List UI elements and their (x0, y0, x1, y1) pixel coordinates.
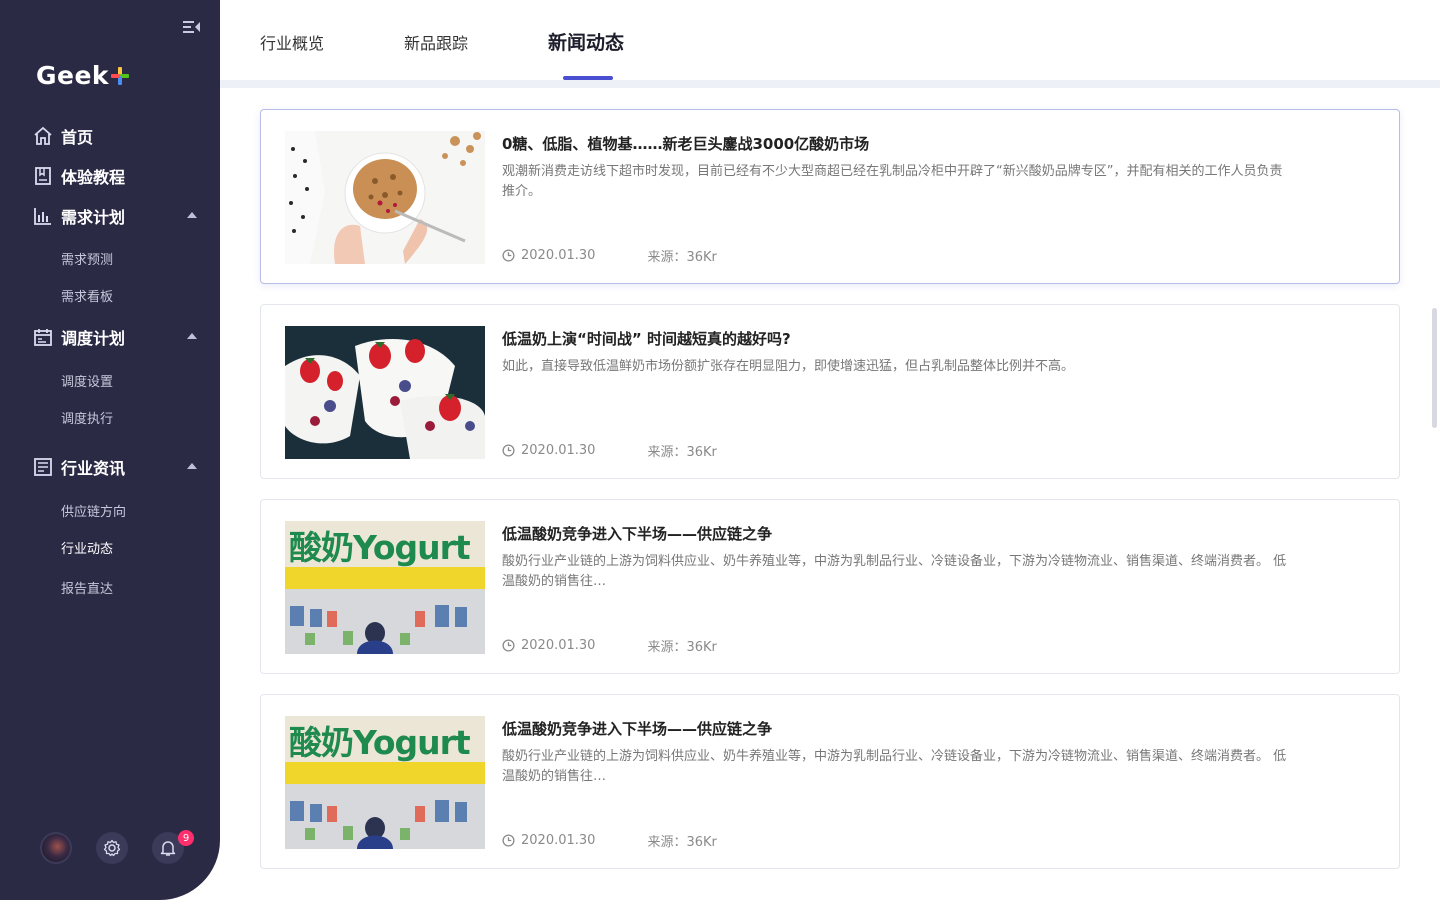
nav-item-dispatch-plan[interactable]: 调度计划 (33, 324, 203, 350)
logo-text: Geek (36, 60, 110, 90)
notification-badge: 9 (178, 830, 194, 846)
nav-item-industry-news[interactable]: 行业资讯 (33, 454, 203, 480)
logo[interactable]: Geek (36, 58, 130, 92)
clock-icon (502, 639, 515, 652)
nav-sub-dispatch-exec[interactable]: 调度执行 (61, 408, 113, 427)
news-source: 来源：36Kr (647, 835, 717, 850)
news-date: 2020.01.30 (521, 443, 596, 458)
news-title[interactable]: 低温奶上演“时间战” 时间越短真的越好吗? (502, 328, 791, 349)
tab-new-products[interactable]: 新品跟踪 (404, 30, 468, 54)
news-description: 如此，直接导致低温鲜奶市场份额扩张存在明显阻力，即使增速迅猛，但占乳制品整体比例… (502, 359, 1075, 374)
bar-chart-icon (33, 206, 53, 226)
news-title[interactable]: 低温酸奶竞争进入下半场——供应链之争 (502, 523, 772, 544)
news-source: 来源：36Kr (647, 640, 717, 655)
news-thumbnail: 酸奶Yogurt (285, 716, 485, 849)
nav-item-home[interactable]: 首页 (33, 123, 203, 149)
news-thumbnail: 酸奶Yogurt (285, 521, 485, 654)
news-description: 观潮新消费走访线下超市时发现，目前已经有不少大型商超已经在乳制品冷柜中开辟了“新… (502, 164, 1283, 199)
nav-sub-demand-board[interactable]: 需求看板 (61, 286, 113, 305)
news-meta: 2020.01.30 来源：36Kr (502, 636, 717, 655)
logo-plus-icon (111, 67, 130, 85)
book-icon (33, 166, 53, 186)
news-card[interactable]: 低温奶上演“时间战” 时间越短真的越好吗? 如此，直接导致低温鲜奶市场份额扩张存… (260, 304, 1400, 479)
news-date: 2020.01.30 (521, 248, 596, 263)
tab-news[interactable]: 新闻动态 (548, 28, 624, 55)
news-thumbnail (285, 131, 485, 264)
nav-sub-supply-chain[interactable]: 供应链方向 (61, 501, 126, 520)
news-card[interactable]: 酸奶Yogurt 低温酸奶竞争进入下半场——供应链之争 酸奶行业产业链的上游为饲… (260, 499, 1400, 674)
calendar-icon (33, 327, 53, 347)
nav-item-demand-plan[interactable]: 需求计划 (33, 203, 203, 229)
nav-sub-dispatch-settings[interactable]: 调度设置 (61, 371, 113, 390)
news-thumbnail-text: 酸奶Yogurt (289, 528, 471, 567)
header-divider (220, 80, 1440, 88)
news-source: 来源：36Kr (647, 250, 717, 265)
clock-icon (502, 444, 515, 457)
news-icon (33, 457, 53, 477)
nav-sub-report[interactable]: 报告直达 (61, 578, 113, 597)
gear-icon (103, 839, 121, 857)
avatar[interactable] (40, 832, 72, 864)
news-title[interactable]: 低温酸奶竞争进入下半场——供应链之争 (502, 718, 772, 739)
settings-button[interactable] (96, 832, 128, 864)
news-date: 2020.01.30 (521, 833, 596, 848)
news-description: 酸奶行业产业链的上游为饲料供应业、奶牛养殖业等，中游为乳制品行业、冷链设备业，下… (502, 749, 1287, 784)
tab-bar: 行业概览 新品跟踪 新闻动态 (220, 0, 1440, 80)
home-icon (33, 126, 53, 146)
bell-icon (160, 841, 176, 856)
news-meta: 2020.01.30 来源：36Kr (502, 246, 717, 265)
news-date: 2020.01.30 (521, 638, 596, 653)
news-thumbnail (285, 326, 485, 459)
collapse-menu-icon[interactable] (183, 19, 201, 35)
news-meta: 2020.01.30 来源：36Kr (502, 441, 717, 460)
nav-item-tutorial[interactable]: 体验教程 (33, 163, 203, 189)
news-title[interactable]: 0糖、低脂、植物基……新老巨头鏖战3000亿酸奶市场 (502, 133, 869, 154)
nav-sub-industry-dynamics[interactable]: 行业动态 (61, 538, 113, 557)
chevron-up-icon (187, 463, 197, 469)
nav-sub-demand-forecast[interactable]: 需求预测 (61, 249, 113, 268)
news-thumbnail-text: 酸奶Yogurt (289, 723, 471, 762)
chevron-up-icon (187, 333, 197, 339)
news-source: 来源：36Kr (647, 445, 717, 460)
news-description: 酸奶行业产业链的上游为饲料供应业、奶牛养殖业等，中游为乳制品行业、冷链设备业，下… (502, 554, 1287, 589)
tab-industry-overview[interactable]: 行业概览 (260, 30, 324, 54)
sidebar: Geek 首页 体验教程 需求计划 需求预测 需求看板 调度计划 调度设置 调度… (0, 0, 220, 900)
news-card[interactable]: 0糖、低脂、植物基……新老巨头鏖战3000亿酸奶市场 观潮新消费走访线下超市时发… (260, 109, 1400, 284)
news-card[interactable]: 酸奶Yogurt 低温酸奶竞争进入下半场——供应链之争 酸奶行业产业链的上游为饲… (260, 694, 1400, 869)
clock-icon (502, 834, 515, 847)
sidebar-footer: 9 (0, 830, 220, 870)
chevron-up-icon (187, 212, 197, 218)
news-meta: 2020.01.30 来源：36Kr (502, 831, 717, 850)
clock-icon (502, 249, 515, 262)
scrollbar-thumb[interactable] (1432, 308, 1437, 428)
